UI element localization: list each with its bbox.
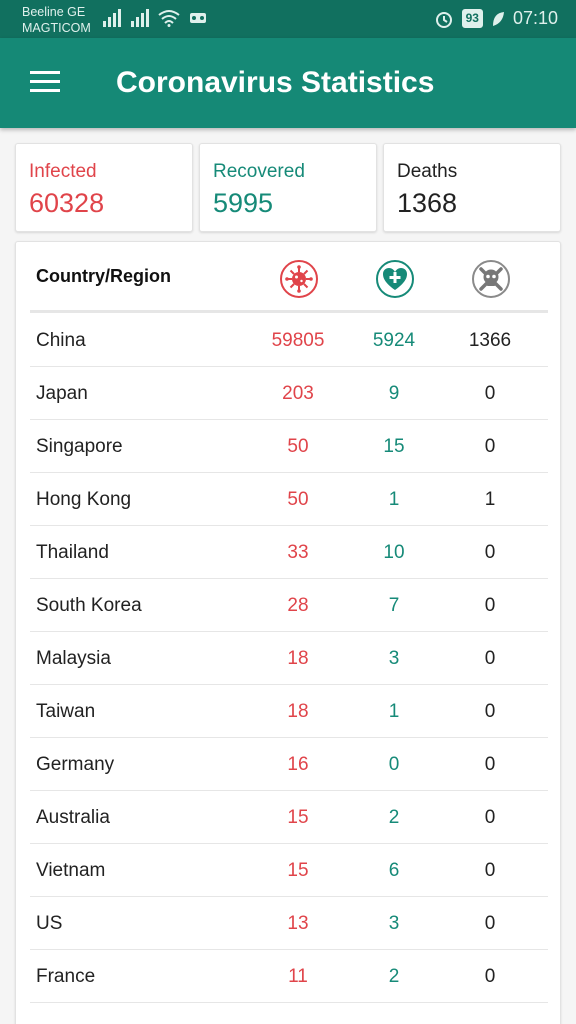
table-header: Country/Region — [30, 242, 548, 313]
recovered-count: 10 — [383, 542, 405, 563]
infected-count: 28 — [287, 595, 309, 616]
status-icons-right: 93 07:10 — [434, 8, 558, 29]
heart-plus-icon[interactable] — [375, 259, 415, 299]
recovered-count: 6 — [388, 860, 400, 881]
table-row[interactable]: Taiwan 18 1 0 — [30, 685, 548, 738]
infected-count: 15 — [287, 860, 309, 881]
recovered-count: 7 — [388, 595, 400, 616]
deaths-label: Deaths — [397, 161, 458, 182]
infected-count: 13 — [287, 913, 309, 934]
country-name: Vietnam — [36, 860, 106, 881]
deaths-count: 0 — [484, 436, 496, 457]
table-row[interactable]: South Korea 28 7 0 — [30, 579, 548, 632]
alarm-icon — [435, 11, 452, 28]
wifi-icon — [158, 10, 180, 27]
country-name: Malaysia — [36, 648, 111, 669]
country-name: Australia — [36, 807, 110, 828]
skull-icon[interactable] — [471, 259, 511, 299]
recovered-count: 0 — [388, 754, 400, 775]
recovered-count: 2 — [388, 966, 400, 987]
infected-value: 60328 — [29, 188, 105, 218]
recovered-card: Recovered 5995 — [199, 143, 377, 232]
recovered-value: 5995 — [213, 188, 274, 218]
deaths-count: 0 — [484, 648, 496, 669]
country-name: Japan — [36, 383, 88, 404]
recovered-label: Recovered — [213, 161, 305, 182]
carrier-name-1: Beeline GE — [22, 5, 86, 19]
infected-count: 18 — [287, 648, 309, 669]
country-name: China — [36, 330, 86, 351]
country-name: Germany — [36, 754, 115, 775]
status-time: 07:10 — [512, 8, 558, 28]
country-table: Country/Region China 59805 5924 1366 Jap… — [15, 241, 561, 1024]
deaths-count: 0 — [484, 383, 496, 404]
status-bar: Beeline GE MAGTICOM 93 07:10 — [0, 0, 576, 38]
recovered-count: 5924 — [372, 330, 416, 351]
table-row[interactable]: Malaysia 18 3 0 — [30, 632, 548, 685]
deaths-count: 0 — [484, 542, 496, 563]
country-name: US — [36, 913, 63, 934]
hamburger-menu-icon[interactable] — [30, 71, 60, 95]
infected-count: 203 — [282, 383, 314, 404]
deaths-count: 0 — [484, 595, 496, 616]
table-row[interactable]: Hong Kong 50 1 1 — [30, 473, 548, 526]
table-row[interactable]: Australia 15 2 0 — [30, 791, 548, 844]
recovered-count: 1 — [388, 489, 400, 510]
country-name: Hong Kong — [36, 489, 132, 510]
country-name: Taiwan — [36, 701, 96, 722]
table-row[interactable]: Germany 16 0 0 — [30, 738, 548, 791]
deaths-count: 0 — [484, 913, 496, 934]
deaths-count: 0 — [484, 807, 496, 828]
infected-count: 15 — [287, 807, 309, 828]
infected-card: Infected 60328 — [15, 143, 193, 232]
table-row[interactable]: Thailand 33 10 0 — [30, 526, 548, 579]
deaths-count: 0 — [484, 701, 496, 722]
recovered-count: 3 — [388, 913, 400, 934]
infected-count: 33 — [287, 542, 309, 563]
recovered-count: 15 — [383, 436, 405, 457]
deaths-value: 1368 — [397, 188, 458, 218]
battery-icon: 93 — [461, 9, 483, 28]
country-name: Thailand — [36, 542, 109, 563]
infected-count: 50 — [287, 436, 309, 457]
notification-icon — [190, 13, 206, 23]
deaths-count: 1 — [484, 489, 496, 510]
deaths-count: 0 — [484, 754, 496, 775]
deaths-count: 1366 — [468, 330, 512, 351]
app-bar: Coronavirus Statistics — [0, 38, 576, 128]
page-title: Coronavirus Statistics — [116, 66, 435, 99]
signal-icon — [131, 9, 149, 27]
table-row[interactable]: China 59805 5924 1366 — [30, 314, 548, 367]
recovered-count: 2 — [388, 807, 400, 828]
table-row[interactable]: Vietnam 15 6 0 — [30, 844, 548, 897]
country-name: France — [36, 966, 96, 987]
infected-count: 16 — [287, 754, 309, 775]
status-icons-left — [102, 9, 208, 27]
deaths-count: 0 — [484, 966, 496, 987]
table-row[interactable]: France 11 2 0 — [30, 950, 548, 1003]
recovered-count: 1 — [388, 701, 400, 722]
table-row[interactable]: Singapore 50 15 0 — [30, 420, 548, 473]
infected-label: Infected — [29, 161, 97, 182]
infected-count: 50 — [287, 489, 309, 510]
virus-icon[interactable] — [279, 259, 319, 299]
infected-count: 59805 — [271, 330, 325, 351]
table-row[interactable]: US 13 3 0 — [30, 897, 548, 950]
infected-count: 11 — [288, 966, 308, 987]
deaths-card: Deaths 1368 — [383, 143, 561, 232]
infected-count: 18 — [287, 701, 309, 722]
carrier-info: Beeline GE MAGTICOM — [22, 4, 91, 36]
recovered-count: 9 — [388, 383, 400, 404]
recovered-count: 3 — [388, 648, 400, 669]
leaf-icon — [492, 11, 504, 26]
table-row[interactable]: Japan 203 9 0 — [30, 367, 548, 420]
carrier-name-2: MAGTICOM — [22, 21, 91, 35]
signal-icon — [103, 9, 121, 27]
country-name: South Korea — [36, 595, 142, 616]
deaths-count: 0 — [484, 860, 496, 881]
country-region-header: Country/Region — [36, 266, 171, 286]
country-name: Singapore — [36, 436, 123, 457]
